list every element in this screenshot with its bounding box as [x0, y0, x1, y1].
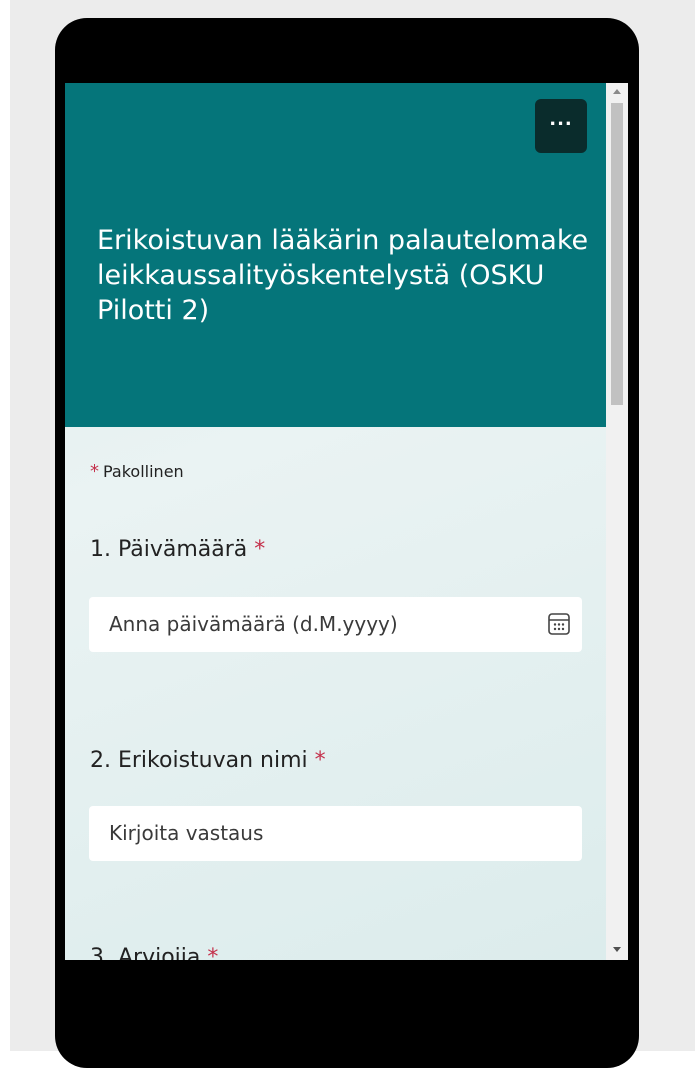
form-title: Erikoistuvan lääkärin palautelomake leik…: [97, 225, 589, 326]
question-1-label: 1. Päivämäärä *: [90, 537, 265, 562]
scroll-thumb[interactable]: [611, 103, 623, 405]
name-input-placeholder: Kirjoita vastaus: [109, 821, 264, 845]
form-header: ... Erikoistuvan lääkärin palautelomake …: [65, 83, 606, 427]
question-3-text: 3. Arvioija: [90, 945, 201, 960]
vertical-scrollbar[interactable]: [606, 83, 628, 960]
scroll-down-arrow-icon[interactable]: [613, 947, 621, 952]
date-input-placeholder: Anna päivämäärä (d.M.yyyy): [109, 612, 398, 636]
question-2-text: 2. Erikoistuvan nimi: [90, 748, 308, 773]
required-star: *: [90, 461, 99, 482]
required-star: *: [314, 748, 326, 773]
required-note: * Pakollinen: [90, 461, 184, 482]
question-2-label: 2. Erikoistuvan nimi *: [90, 748, 326, 773]
form-content: ... Erikoistuvan lääkärin palautelomake …: [65, 83, 606, 960]
date-input[interactable]: Anna päivämäärä (d.M.yyyy): [89, 597, 582, 652]
question-1-text: 1. Päivämäärä: [90, 537, 248, 562]
question-3-label: 3. Arvioija *: [90, 945, 218, 960]
calendar-icon[interactable]: [546, 611, 572, 637]
required-star: *: [207, 945, 219, 960]
more-options-button[interactable]: ...: [535, 99, 587, 153]
form-viewport: ... Erikoistuvan lääkärin palautelomake …: [65, 83, 628, 960]
required-star: *: [254, 537, 266, 562]
scroll-up-arrow-icon[interactable]: [613, 89, 621, 94]
name-input[interactable]: Kirjoita vastaus: [89, 806, 582, 861]
required-note-text: Pakollinen: [103, 462, 184, 481]
